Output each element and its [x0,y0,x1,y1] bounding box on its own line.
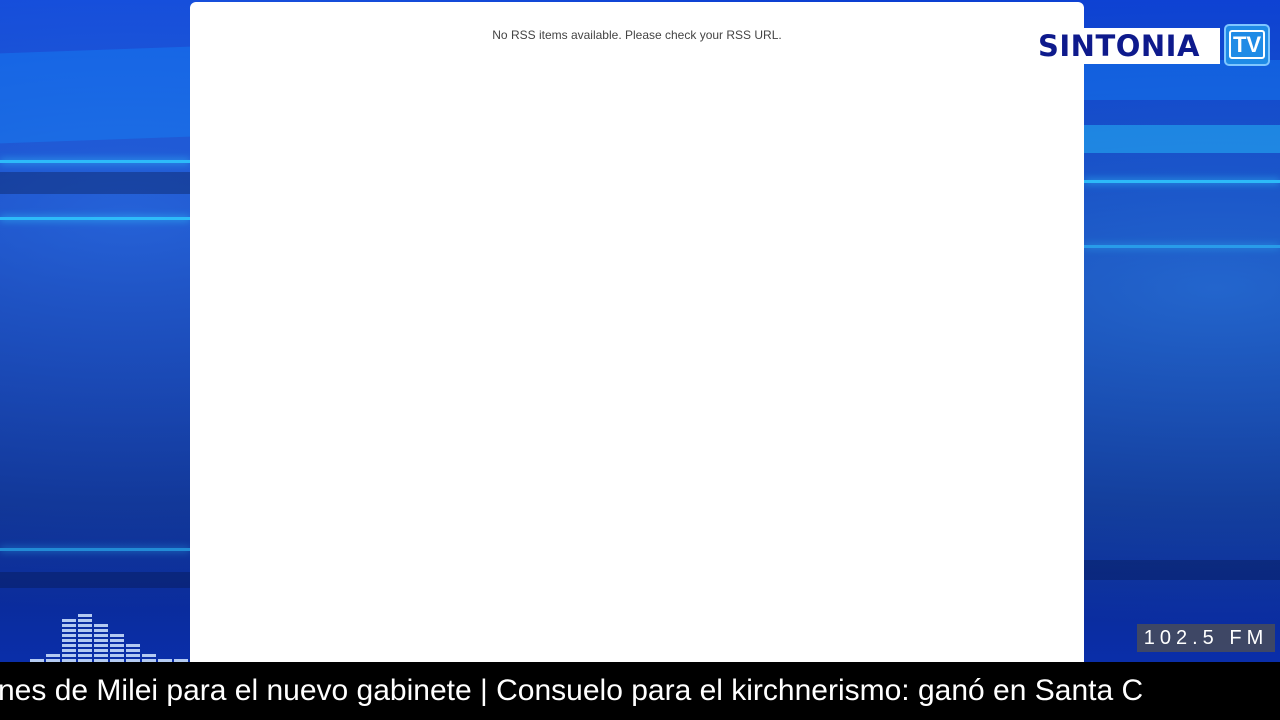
rss-empty-message: No RSS items available. Please check you… [492,28,782,42]
equalizer-bar [110,634,124,662]
equalizer-bar [46,654,60,662]
radio-frequency-badge: 102.5 FM [1137,624,1275,652]
ticker-text: nes de Milei para el nuevo gabinete | Co… [0,674,1144,707]
equalizer-bar [62,619,76,662]
equalizer-bar [94,624,108,662]
logo-brand-text: SINTONIA [1034,28,1220,64]
logo-badge-text: TV [1228,30,1266,59]
equalizer-bar [78,614,92,662]
equalizer-bar [142,654,156,662]
news-ticker: nes de Milei para el nuevo gabinete | Co… [0,662,1280,720]
rss-panel: No RSS items available. Please check you… [190,2,1084,662]
equalizer-bar [126,644,140,662]
tv-badge-icon: TV [1224,24,1270,66]
channel-logo: SINTONIA TV [1030,24,1272,66]
equalizer-bars-icon [30,612,190,662]
